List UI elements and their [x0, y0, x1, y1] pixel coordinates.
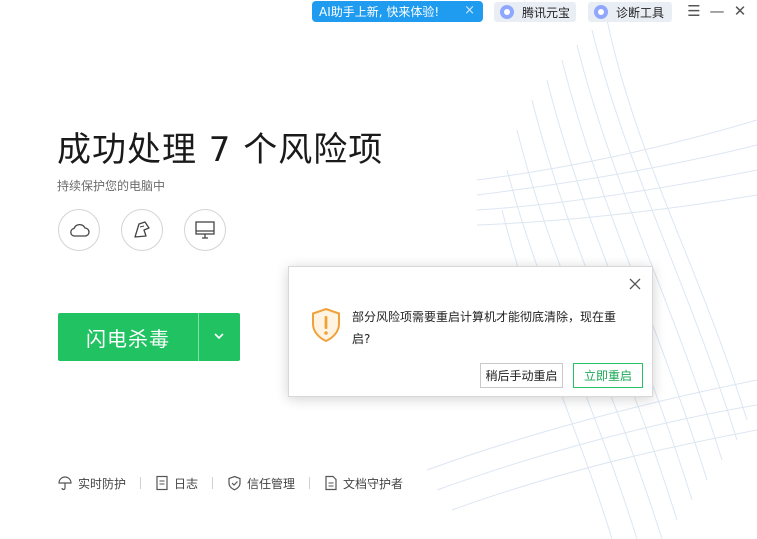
- minimize-icon[interactable]: —: [708, 2, 726, 20]
- trust-management-label: 信任管理: [247, 476, 296, 491]
- ai-promo-text: AI助手上新, 快来体验!: [319, 5, 440, 19]
- log-label: 日志: [174, 476, 199, 491]
- bottom-toolbar: 实时防护 日志 信任管理 文档守护者: [57, 473, 403, 493]
- ai-promo-banner[interactable]: AI助手上新, 快来体验! ×: [312, 1, 483, 22]
- diagnose-tool-button[interactable]: 诊断工具: [588, 2, 672, 22]
- page-subtitle: 持续保护您的电脑中: [57, 179, 166, 193]
- warning-shield-icon: [312, 307, 340, 343]
- divider: [309, 477, 311, 489]
- restart-dialog: 部分风险项需要重启计算机才能彻底清除，现在重启? 稍后手动重启 立即重启: [288, 266, 653, 397]
- cleanup-button[interactable]: [121, 209, 163, 251]
- menu-icon[interactable]: ☰: [685, 2, 703, 20]
- umbrella-icon: [58, 476, 72, 491]
- file-icon: [325, 475, 337, 491]
- monitor-button[interactable]: [184, 209, 226, 251]
- trust-management-link[interactable]: 信任管理: [227, 475, 295, 492]
- cloud-icon: [70, 224, 90, 237]
- broom-icon: [134, 221, 150, 238]
- realtime-protection-label: 实时防护: [78, 476, 127, 491]
- title-bar: AI助手上新, 快来体验! × 腾讯元宝 诊断工具 ☰ — ✕: [0, 0, 757, 26]
- monitor-icon: [195, 221, 215, 239]
- quick-scan-button[interactable]: 闪电杀毒: [58, 313, 240, 361]
- quick-scan-label: 闪电杀毒: [86, 327, 170, 351]
- diagnose-icon: [594, 5, 608, 19]
- shield-check-icon: [228, 475, 241, 491]
- divider: [212, 477, 214, 489]
- dialog-close-icon[interactable]: [628, 277, 642, 291]
- realtime-protection-link[interactable]: 实时防护: [57, 475, 126, 492]
- document-icon: [156, 475, 168, 491]
- yuanbao-label: 腾讯元宝: [522, 5, 571, 20]
- scan-button-divider: [198, 313, 199, 361]
- restart-now-button[interactable]: 立即重启: [573, 363, 643, 388]
- log-link[interactable]: 日志: [155, 475, 198, 492]
- chevron-down-icon[interactable]: [210, 327, 228, 345]
- page-title: 成功处理 7 个风险项: [57, 130, 384, 170]
- document-guard-label: 文档守护者: [343, 476, 404, 491]
- yuanbao-icon: [500, 5, 514, 19]
- document-guard-link[interactable]: 文档守护者: [324, 475, 403, 492]
- yuanbao-button[interactable]: 腾讯元宝: [494, 2, 576, 22]
- promo-close-icon[interactable]: ×: [464, 3, 475, 18]
- divider: [140, 477, 142, 489]
- restart-later-button[interactable]: 稍后手动重启: [480, 363, 563, 388]
- diagnose-label: 诊断工具: [616, 5, 665, 20]
- dialog-message: 部分风险项需要重启计算机才能彻底清除，现在重启?: [352, 310, 617, 346]
- close-icon[interactable]: ✕: [731, 2, 749, 20]
- cloud-button[interactable]: [58, 209, 100, 251]
